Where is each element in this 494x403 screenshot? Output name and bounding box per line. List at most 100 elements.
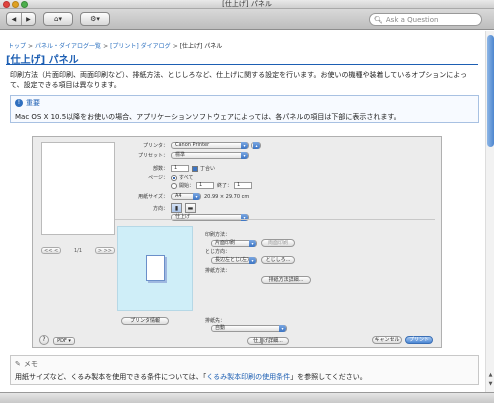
preset-row: プリセット： 標準 ▾ <box>128 152 249 159</box>
printer-info-button[interactable]: プリンタ情報 <box>121 317 169 325</box>
scroll-down-arrow[interactable]: ▼ <box>487 381 494 389</box>
important-notice: ! 重要 Mac OS X 10.5以降をお使いの場合、アプリケーションソフトウ… <box>10 95 479 123</box>
back-button[interactable]: ◀ <box>7 13 21 25</box>
preset-select[interactable]: 標準 ▾ <box>171 152 249 159</box>
paper-size-select[interactable]: A4 ▾ <box>171 193 201 200</box>
scrollbar-thumb[interactable] <box>487 35 494 147</box>
pages-all-row: ページ： すべて <box>128 174 193 181</box>
binding-label: とじ方向： <box>205 249 231 255</box>
notice-title: ! 重要 <box>15 98 40 108</box>
memo-title-text: メモ <box>23 360 38 368</box>
orientation-buttons: ▮ ▬ <box>171 203 196 213</box>
printer-label: プリンタ： <box>142 143 168 149</box>
memo-box: ✎ メモ 用紙サイズなど、くるみ製本を使用できる条件については、「くるみ製本印刷… <box>10 355 479 385</box>
output-label-row: 排紙先： <box>205 317 225 324</box>
memo-text: 用紙サイズなど、くるみ製本を使用できる条件については、「くるみ製本印刷の使用条件… <box>15 372 367 382</box>
pages-to-label: 終了： <box>217 183 233 189</box>
copies-row: 部数： 1 丁合い <box>128 165 215 172</box>
notice-text: Mac OS X 10.5以降をお使いの場合、アプリケーションソフトウェアによっ… <box>15 113 401 121</box>
print-button[interactable]: プリント <box>405 336 433 344</box>
pager-prev-button[interactable]: << < <box>41 247 62 254</box>
pages-from-field[interactable]: 1 <box>196 182 215 189</box>
intro-text: 印刷方法（片面印刷、両面印刷など）、排紙方法、とじしろなど、仕上げに関する設定を… <box>10 71 468 89</box>
portrait-orientation-button[interactable]: ▮ <box>171 203 182 213</box>
memo-text-before: 用紙サイズなど、くるみ製本を使用できる条件については、「 <box>15 373 207 381</box>
preset-label: プリセット： <box>137 153 168 159</box>
action-menu-button[interactable]: ⚙ ▾ <box>80 12 110 26</box>
pages-all-radio[interactable] <box>171 174 177 181</box>
print-method-label-row: 印刷方法： <box>205 231 230 238</box>
paper-output-label-row: 排紙方法： <box>205 267 230 274</box>
finishing-detail-button[interactable]: 仕上げ詳細... <box>247 337 289 345</box>
pager-text: 1/1 <box>73 247 83 254</box>
chevron-up-icon: ▴ <box>253 142 260 149</box>
forward-button[interactable]: ▶ <box>20 13 35 25</box>
print-method-row: 片面印刷 ▾ 両面印刷 <box>211 239 295 247</box>
breadcrumb: トップ > パネル・ダイアログ一覧 > [プリント] ダイアログ > [仕上げ] パネル <box>8 41 222 50</box>
vertical-scrollbar[interactable]: ▲ ▼ <box>485 31 494 392</box>
scroll-up-arrow[interactable]: ▲ <box>487 372 494 380</box>
breadcrumb-current: [仕上げ] パネル <box>179 43 223 50</box>
memo-title: ✎ メモ <box>15 359 38 369</box>
printer-select[interactable]: Canon Printer ▾ <box>171 142 249 149</box>
chevron-down-icon: ▾ <box>58 15 62 23</box>
collate-label: 丁合い <box>200 166 216 172</box>
copies-label: 部数： <box>152 166 168 172</box>
preview-sheet <box>146 255 165 281</box>
title-bar: [仕上げ] パネル <box>0 0 494 9</box>
breadcrumb-link-print-dialog[interactable]: [プリント] ダイアログ <box>110 43 171 50</box>
preset-value: 標準 <box>175 152 186 158</box>
printer-row: プリンタ： Canon Printer ▾ ▴ <box>128 142 261 149</box>
breadcrumb-separator: > <box>28 43 34 50</box>
chevron-down-icon: ▾ <box>279 325 286 332</box>
pages-all-label: すべて <box>179 175 194 181</box>
output-tray-select[interactable]: 自動 ▾ <box>211 325 287 332</box>
binding-value: 長辺左とじ(左) <box>215 256 249 263</box>
breadcrumb-link-top[interactable]: トップ <box>8 43 26 50</box>
pdf-menu-button[interactable]: PDF ▾ <box>53 337 75 345</box>
chevron-down-icon: ▾ <box>96 15 100 23</box>
spacer2 <box>261 337 263 345</box>
output-tray-value: 自動 <box>215 325 226 331</box>
print-method-value: 片面印刷 <box>215 239 236 246</box>
collate-checkbox[interactable] <box>192 165 198 172</box>
binding-margin-button[interactable]: とじしろ... <box>261 256 295 264</box>
duplex-button[interactable]: 両面印刷 <box>261 239 295 247</box>
paper-output-label: 排紙方法： <box>205 268 231 274</box>
panel-divider <box>115 219 435 220</box>
orientation-label: 方向： <box>152 205 168 212</box>
status-bar <box>0 392 494 403</box>
search-icon: 🔍︎ <box>374 15 383 24</box>
window-title: [仕上げ] パネル <box>222 0 272 8</box>
landscape-orientation-button[interactable]: ▬ <box>185 203 196 213</box>
toolbar: ◀ ▶ ⌂ ▾ ⚙ ▾ 🔍︎ Ask a Question <box>0 9 494 30</box>
back-forward-group: ◀ ▶ <box>6 12 36 26</box>
paper-size-value: A4 <box>175 193 182 199</box>
search-input[interactable]: 🔍︎ Ask a Question <box>369 13 482 26</box>
help-button[interactable]: ? <box>39 335 49 345</box>
chevron-down-icon: ▾ <box>193 193 200 200</box>
binding-select[interactable]: 長辺左とじ(左) ▾ <box>211 256 257 264</box>
output-row: 自動 ▾ <box>211 325 287 332</box>
pages-to-field[interactable]: 1 <box>234 182 253 189</box>
printer-expand-button[interactable]: ▴ <box>251 142 261 149</box>
pages-range-radio[interactable] <box>171 182 177 189</box>
copies-field[interactable]: 1 <box>171 165 189 172</box>
finishing-preview <box>117 226 193 311</box>
paper-output-detail-button[interactable]: 排紙方法詳細... <box>261 276 311 284</box>
print-method-select[interactable]: 片面印刷 ▾ <box>211 239 257 247</box>
printer-value: Canon Printer <box>175 142 210 148</box>
pages-label: ページ： <box>148 175 168 181</box>
chevron-down-icon: ▾ <box>249 256 256 264</box>
chevron-down-icon: ▾ <box>249 239 256 247</box>
dialog-page-preview <box>41 142 115 235</box>
cancel-button[interactable]: キャンセル <box>372 336 402 344</box>
home-button[interactable]: ⌂ ▾ <box>43 12 73 26</box>
breadcrumb-link-panels[interactable]: パネル・ダイアログ一覧 <box>35 43 101 50</box>
important-icon: ! <box>15 99 23 107</box>
memo-text-after: 」を参照してください。 <box>290 373 367 381</box>
pager-next-button[interactable]: > >> <box>94 247 115 254</box>
pages-from-label: 開始： <box>179 183 195 189</box>
breadcrumb-separator: > <box>103 43 109 50</box>
perfect-binding-conditions-link[interactable]: くるみ製本印刷の使用条件 <box>206 373 290 381</box>
